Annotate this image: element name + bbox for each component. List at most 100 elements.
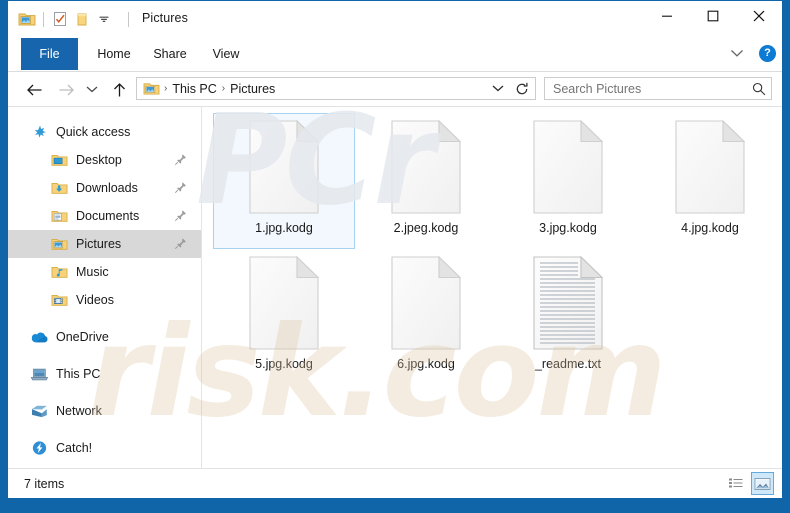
blank-file-icon bbox=[389, 119, 463, 215]
file-grid: 1.jpg.kodg 2.jpeg.kodg 3.jpg.kodg 4.jpg.kod… bbox=[203, 107, 782, 385]
recent-locations-chevron-icon[interactable] bbox=[83, 77, 101, 102]
new-folder-icon[interactable] bbox=[71, 8, 93, 30]
sidebar-item-videos[interactable]: Videos bbox=[8, 286, 201, 314]
sidebar-item-label: Network bbox=[56, 404, 102, 418]
breadcrumb-pictures[interactable]: Pictures bbox=[226, 82, 279, 96]
folder-music-icon bbox=[50, 263, 69, 281]
tab-file[interactable]: File bbox=[21, 38, 78, 70]
title-divider bbox=[128, 12, 129, 27]
sidebar-item-onedrive[interactable]: OneDrive bbox=[8, 323, 201, 351]
sidebar-item-music[interactable]: Music bbox=[8, 258, 201, 286]
file-item[interactable]: 5.jpg.kodg bbox=[213, 249, 355, 385]
window-content: Pictures File Home Share View ? › This P… bbox=[8, 1, 782, 498]
file-item[interactable]: 4.jpg.kodg bbox=[639, 113, 781, 249]
sidebar-item-label: Pictures bbox=[76, 237, 122, 251]
explorer-body: Quick access Desktop Downloads Documents Pic… bbox=[8, 106, 782, 469]
blank-file-icon bbox=[531, 119, 605, 215]
status-bar: 7 items bbox=[8, 468, 782, 498]
window-controls bbox=[644, 1, 782, 31]
sidebar-item-downloads[interactable]: Downloads bbox=[8, 174, 201, 202]
details-view-button[interactable] bbox=[724, 472, 747, 495]
blank-file-icon bbox=[247, 119, 321, 215]
close-button[interactable] bbox=[736, 1, 782, 31]
navigation-pane: Quick access Desktop Downloads Documents Pic… bbox=[8, 107, 202, 469]
folder-documents-icon bbox=[50, 207, 69, 225]
star-icon bbox=[30, 123, 49, 141]
folder-pictures-icon bbox=[50, 235, 69, 253]
refresh-button[interactable] bbox=[511, 78, 533, 99]
sidebar-item-catch[interactable]: Catch! bbox=[8, 434, 201, 462]
file-name-label: 4.jpg.kodg bbox=[681, 221, 739, 235]
tab-view[interactable]: View bbox=[204, 38, 248, 70]
blank-file-icon bbox=[389, 255, 463, 351]
sidebar-item-label: Downloads bbox=[76, 181, 138, 195]
sidebar-item-label: Desktop bbox=[76, 153, 122, 167]
sidebar-item-label: OneDrive bbox=[56, 330, 109, 344]
help-button[interactable]: ? bbox=[759, 44, 776, 62]
search-icon[interactable] bbox=[747, 78, 771, 99]
file-name-label: 3.jpg.kodg bbox=[539, 221, 597, 235]
pin-icon[interactable] bbox=[173, 152, 187, 166]
title-bar[interactable]: Pictures bbox=[8, 1, 782, 38]
search-box[interactable] bbox=[544, 77, 772, 100]
sidebar-item-documents[interactable]: Documents bbox=[8, 202, 201, 230]
sidebar-item-label: Music bbox=[76, 265, 109, 279]
expand-ribbon-chevron-icon[interactable] bbox=[725, 42, 749, 64]
sidebar-item-network[interactable]: Network bbox=[8, 397, 201, 425]
window-title: Pictures bbox=[142, 11, 188, 25]
pin-icon[interactable] bbox=[173, 208, 187, 222]
address-bar[interactable]: › This PC › Pictures bbox=[136, 77, 536, 100]
blank-file-icon bbox=[673, 119, 747, 215]
sidebar-item-desktop[interactable]: Desktop bbox=[8, 146, 201, 174]
folder-videos-icon bbox=[50, 291, 69, 309]
file-item[interactable]: 2.jpeg.kodg bbox=[355, 113, 497, 249]
breadcrumb-this-pc[interactable]: This PC bbox=[168, 82, 220, 96]
customize-chevron-icon[interactable] bbox=[93, 8, 115, 30]
explorer-window: Pictures File Home Share View ? › This P… bbox=[0, 0, 790, 513]
item-count-label: 7 items bbox=[24, 477, 65, 491]
file-item[interactable]: _readme.txt bbox=[497, 249, 639, 385]
sidebar-item-label: Videos bbox=[76, 293, 114, 307]
search-input[interactable] bbox=[545, 79, 747, 98]
address-dropdown-chevron-icon[interactable] bbox=[487, 78, 509, 99]
up-button[interactable] bbox=[107, 77, 132, 102]
forward-button[interactable] bbox=[54, 77, 79, 102]
pin-icon[interactable] bbox=[173, 236, 187, 250]
breadcrumb-folder-icon bbox=[143, 80, 160, 97]
sidebar-item-quick-access[interactable]: Quick access bbox=[8, 118, 201, 146]
folder-picture-icon[interactable] bbox=[16, 8, 38, 30]
large-icons-view-button[interactable] bbox=[751, 472, 774, 495]
pin-icon[interactable] bbox=[173, 180, 187, 194]
minimize-button[interactable] bbox=[644, 1, 690, 31]
file-name-label: 5.jpg.kodg bbox=[255, 357, 313, 371]
tab-share[interactable]: Share bbox=[146, 38, 194, 70]
onedrive-icon bbox=[30, 328, 49, 346]
text-file-icon bbox=[531, 255, 605, 351]
sidebar-item-pictures[interactable]: Pictures bbox=[8, 230, 201, 258]
maximize-button[interactable] bbox=[690, 1, 736, 31]
folder-downloads-icon bbox=[50, 179, 69, 197]
properties-icon[interactable] bbox=[49, 8, 71, 30]
file-item[interactable]: 6.jpg.kodg bbox=[355, 249, 497, 385]
folder-desktop-icon bbox=[50, 151, 69, 169]
file-item[interactable]: 1.jpg.kodg bbox=[213, 113, 355, 249]
sidebar-item-label: Catch! bbox=[56, 441, 93, 455]
view-mode-buttons bbox=[724, 472, 774, 495]
file-list-pane[interactable]: 1.jpg.kodg 2.jpeg.kodg 3.jpg.kodg 4.jpg.kod… bbox=[203, 107, 782, 469]
sidebar-item-label: This PC bbox=[56, 367, 101, 381]
this-pc-icon bbox=[30, 365, 49, 383]
file-name-label: 6.jpg.kodg bbox=[397, 357, 455, 371]
sidebar-item-label: Quick access bbox=[56, 125, 131, 139]
sidebar-item-label: Documents bbox=[76, 209, 140, 223]
file-name-label: 1.jpg.kodg bbox=[255, 221, 313, 235]
address-bar-row: › This PC › Pictures bbox=[8, 72, 782, 106]
sidebar-item-this-pc[interactable]: This PC bbox=[8, 360, 201, 388]
file-item[interactable]: 3.jpg.kodg bbox=[497, 113, 639, 249]
tab-home[interactable]: Home bbox=[90, 38, 138, 70]
back-button[interactable] bbox=[22, 77, 47, 102]
ribbon-right-controls: ? bbox=[725, 42, 776, 64]
ribbon-tab-strip: File Home Share View ? bbox=[8, 38, 782, 72]
